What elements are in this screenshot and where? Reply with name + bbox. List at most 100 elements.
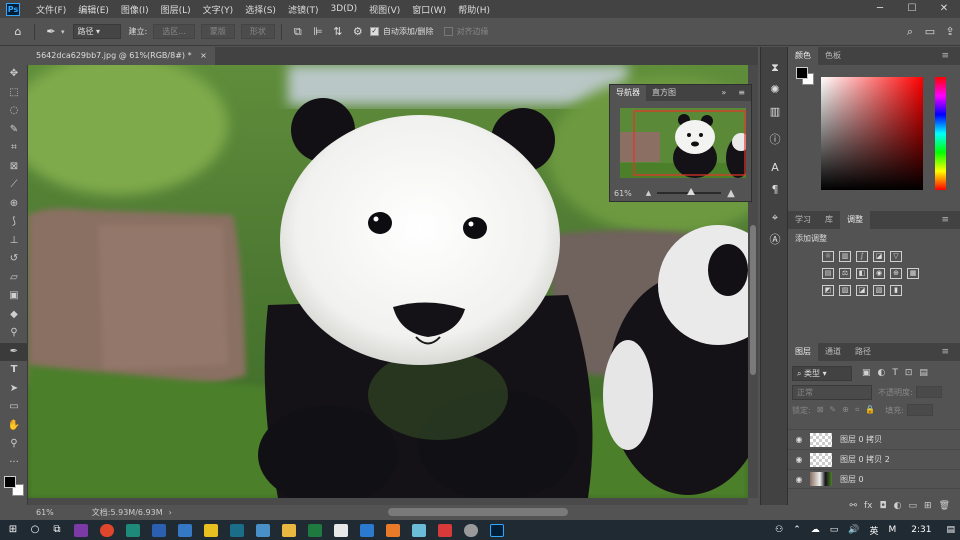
curves-icon[interactable]: ∫ xyxy=(856,251,868,262)
search-icon[interactable]: ○ xyxy=(24,520,46,540)
photo-filter-icon[interactable]: ◉ xyxy=(873,268,885,279)
blur-tool-icon[interactable]: ◆ xyxy=(0,306,28,325)
layer-name[interactable]: 图层 0 拷贝 xyxy=(840,434,882,445)
app-icon[interactable] xyxy=(126,523,140,537)
menu-view[interactable]: 视图(V) xyxy=(363,3,406,16)
navigator-zoom-slider[interactable] xyxy=(657,188,722,195)
color-swatches[interactable] xyxy=(0,472,27,502)
layer-filter-select[interactable]: ⌕ 类型 ▾ xyxy=(792,365,852,381)
app-icon[interactable] xyxy=(256,523,270,537)
stamp-tool-icon[interactable]: ⊥ xyxy=(0,232,28,251)
pen-tool-icon[interactable]: ✒ xyxy=(0,342,28,361)
task-view-icon[interactable]: ⧉ xyxy=(46,520,68,540)
document-tab[interactable]: 5642dca629bb7.jpg @ 61%(RGB/8#) * × xyxy=(28,47,215,65)
clock[interactable]: 2:31 xyxy=(901,525,941,535)
zoom-tool-icon[interactable]: ⚲ xyxy=(0,435,28,454)
type-tool-icon[interactable]: T xyxy=(0,361,28,380)
tray-chevron-icon[interactable]: ⌃ xyxy=(788,525,806,535)
people-icon[interactable]: ⚇ xyxy=(770,525,788,535)
eyedropper-tool-icon[interactable]: ⟋ xyxy=(0,176,28,195)
excel-icon[interactable] xyxy=(308,523,322,537)
menu-3d[interactable]: 3D(D) xyxy=(324,4,363,14)
layer-row[interactable]: ◉ 图层 0 拷贝 2 xyxy=(788,449,960,469)
color-lookup-icon[interactable]: ▦ xyxy=(907,268,919,279)
app-icon[interactable] xyxy=(412,523,426,537)
menu-layer[interactable]: 图层(L) xyxy=(155,3,197,16)
lock-icons[interactable]: ⊠✎⊕⌗🔒 xyxy=(817,405,882,415)
eraser-tool-icon[interactable]: ▱ xyxy=(0,269,28,288)
history-brush-tool-icon[interactable]: ↺ xyxy=(0,250,28,269)
word-icon[interactable] xyxy=(152,523,166,537)
tab-color[interactable]: 颜色 xyxy=(788,47,818,65)
notification-icon[interactable]: ▤ xyxy=(941,525,960,535)
hue-slider[interactable] xyxy=(935,77,946,190)
exposure-icon[interactable]: ◪ xyxy=(873,251,885,262)
character-icon[interactable]: A xyxy=(761,157,789,179)
tab-adjustments[interactable]: 调整 xyxy=(840,211,870,229)
levels-icon[interactable]: ▥ xyxy=(839,251,851,262)
info-icon[interactable]: ⓘ xyxy=(761,129,789,151)
tab-channels[interactable]: 通道 xyxy=(818,343,848,361)
adjustment-layer-icon[interactable]: ◐ xyxy=(894,501,902,511)
menu-image[interactable]: 图像(I) xyxy=(115,3,155,16)
panel-menu-icon[interactable]: ≡ xyxy=(934,343,956,361)
tab-swatches[interactable]: 色板 xyxy=(818,47,848,65)
media-app-icon[interactable] xyxy=(100,523,114,537)
brightness-icon[interactable]: ✺ xyxy=(761,79,789,101)
path-alignment-icon[interactable]: ⊫ xyxy=(308,25,328,38)
tab-navigator[interactable]: 导航器 xyxy=(610,85,646,101)
selective-color-icon[interactable]: ▧ xyxy=(873,285,885,296)
zoom-level[interactable]: 61% xyxy=(36,508,54,517)
fill-field[interactable] xyxy=(906,404,933,416)
panel-menu-icon[interactable]: ≡ xyxy=(732,85,751,101)
add-mask-icon[interactable]: ◘ xyxy=(880,501,887,511)
menu-help[interactable]: 帮助(H) xyxy=(452,3,496,16)
photoshop-taskbar-icon[interactable] xyxy=(490,523,504,537)
app-icon[interactable] xyxy=(464,523,478,537)
new-layer-icon[interactable]: ⊞ xyxy=(924,501,932,511)
more-tools-icon[interactable]: ··· xyxy=(0,454,28,473)
make-mask-button[interactable]: 蒙版 xyxy=(200,24,235,39)
crop-tool-icon[interactable]: ⌗ xyxy=(0,139,28,158)
paragraph-icon[interactable]: ¶ xyxy=(761,179,789,201)
dodge-tool-icon[interactable]: ⚲ xyxy=(0,324,28,343)
zoom-slider-handle[interactable] xyxy=(687,188,696,195)
minimize-icon[interactable]: ─ xyxy=(864,0,896,18)
menu-window[interactable]: 窗口(W) xyxy=(406,3,452,16)
quick-select-tool-icon[interactable]: ✎ xyxy=(0,121,28,140)
horizontal-scrollbar[interactable] xyxy=(28,498,748,505)
file-explorer-icon[interactable] xyxy=(282,523,296,537)
workspace-icon[interactable]: ▭ xyxy=(920,25,940,39)
tab-histogram[interactable]: 直方图 xyxy=(646,85,682,101)
brushes-icon[interactable]: ⌖ xyxy=(761,207,789,229)
menu-select[interactable]: 选择(S) xyxy=(239,3,282,16)
path-operations-icon[interactable]: ⧉ xyxy=(288,25,308,39)
layer-name[interactable]: 图层 0 拷贝 2 xyxy=(840,454,890,465)
gradient-map-icon[interactable]: ▮ xyxy=(890,285,902,296)
histogram-icon[interactable]: ▥ xyxy=(761,101,789,123)
layer-row[interactable]: ◉ 图层 0 xyxy=(788,469,960,489)
tab-layers[interactable]: 图层 xyxy=(788,343,818,361)
tool-mode-select[interactable]: 路径 ▾ xyxy=(72,24,121,39)
navigator-preview[interactable] xyxy=(620,108,746,178)
fx-icon[interactable]: fx xyxy=(864,501,873,511)
layer-name[interactable]: 图层 0 xyxy=(840,474,864,485)
layer-row[interactable]: ◉ 图层 0 拷贝 xyxy=(788,429,960,449)
auto-add-checkbox[interactable]: ✓ xyxy=(369,27,379,36)
close-icon[interactable]: ✕ xyxy=(928,0,960,18)
vertical-scroll-thumb[interactable] xyxy=(750,225,756,375)
healing-brush-tool-icon[interactable]: ⊕ xyxy=(0,195,28,214)
black-white-icon[interactable]: ◧ xyxy=(856,268,868,279)
app-icon[interactable] xyxy=(204,523,218,537)
marquee-tool-icon[interactable]: ⬚ xyxy=(0,84,28,103)
menu-filter[interactable]: 滤镜(T) xyxy=(282,3,325,16)
brightness-contrast-icon[interactable]: ☼ xyxy=(822,251,834,262)
make-selection-button[interactable]: 选区... xyxy=(153,24,195,39)
saturation-brightness-field[interactable] xyxy=(821,77,923,190)
cloud-icon[interactable]: ☁ xyxy=(806,525,825,535)
hue-saturation-icon[interactable]: ▤ xyxy=(822,268,834,279)
foreground-color-swatch[interactable] xyxy=(4,476,16,488)
invert-icon[interactable]: ◩ xyxy=(822,285,834,296)
tab-learn[interactable]: 学习 xyxy=(788,211,818,229)
app-icon[interactable] xyxy=(360,523,374,537)
